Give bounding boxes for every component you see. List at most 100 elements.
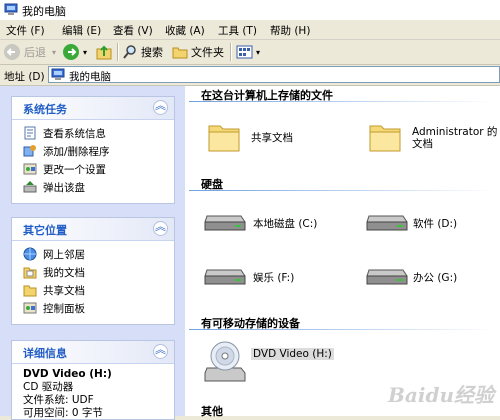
task-add-remove-programs[interactable]: 添加/删除程序 [12, 142, 174, 160]
menu-favorites[interactable]: 收藏 (A) [165, 23, 205, 38]
up-folder-button[interactable] [96, 43, 112, 61]
drive-d[interactable]: 软件 (D:) [365, 210, 495, 240]
place-shared-documents[interactable]: 共享文档 [12, 281, 174, 299]
content-pane: 在这台计算机上存储的文件 共享文档 Administrator 的文档 硬盘 本… [185, 86, 500, 418]
hard-disk-icon [204, 269, 246, 285]
programs-icon [23, 145, 36, 157]
folder-shared-documents[interactable]: 共享文档 [207, 120, 347, 160]
toolbar: 后退 ▾ ▾ 搜索 文件夹 ▾ [0, 40, 500, 65]
other-places-panel: 其它位置 ︽ 网上邻居 我的文档 共享文档 控制面板 [11, 217, 175, 325]
item-label: 娱乐 (F:) [253, 272, 295, 284]
chevron-down-icon[interactable]: ▾ [52, 48, 56, 57]
task-view-system-info[interactable]: 查看系统信息 [12, 124, 174, 142]
network-icon [23, 247, 37, 261]
item-label: 软件 (D:) [413, 218, 458, 230]
panel-title: 系统任务 [23, 103, 67, 116]
menu-tools[interactable]: 工具 (T) [218, 23, 257, 38]
place-my-documents[interactable]: 我的文档 [12, 263, 174, 281]
search-label: 搜索 [141, 46, 163, 59]
collapse-icon[interactable]: ︽ [153, 343, 168, 359]
back-button[interactable]: 后退 ▾ [4, 43, 56, 61]
hard-disk-icon [366, 269, 408, 285]
menu-edit[interactable]: 编辑 (E) [62, 23, 101, 38]
address-value: 我的电脑 [69, 71, 111, 83]
panel-title: 详细信息 [23, 347, 67, 360]
place-label: 共享文档 [43, 285, 85, 297]
place-label: 我的文档 [43, 267, 85, 279]
item-label: Administrator 的文档 [412, 126, 498, 150]
details-type: CD 驱动器 [23, 381, 74, 393]
forward-button[interactable]: ▾ [63, 43, 87, 61]
panel-title: 其它位置 [23, 224, 67, 237]
search-button[interactable]: 搜索 [122, 43, 163, 61]
system-tasks-header[interactable]: 系统任务 ︽ [12, 97, 174, 120]
section-divider [189, 190, 495, 191]
folder-icon [208, 125, 240, 152]
toolbar-separator [117, 43, 119, 61]
collapse-icon[interactable]: ︽ [153, 220, 168, 236]
details-panel: 详细信息 ︽ DVD Video (H:) CD 驱动器 文件系统: UDF 可… [11, 340, 175, 420]
details-name: DVD Video (H:) [23, 368, 112, 380]
folder-icon [369, 125, 401, 152]
back-label: 后退 [24, 46, 46, 59]
other-places-header[interactable]: 其它位置 ︽ [12, 218, 174, 241]
menu-file[interactable]: 文件 (F) [6, 23, 45, 38]
item-label: DVD Video (H:) [251, 348, 334, 360]
section-header-other: 其他 [201, 405, 223, 418]
address-label: 地址 (D) [4, 71, 45, 83]
section-divider [189, 101, 495, 102]
chevron-down-icon: ▾ [256, 47, 261, 57]
drive-h-dvd[interactable]: DVD Video (H:) [203, 340, 373, 386]
search-icon [123, 45, 136, 59]
back-arrow-icon [4, 44, 20, 60]
drive-f[interactable]: 娱乐 (F:) [203, 264, 343, 294]
item-label: 办公 (G:) [413, 272, 458, 284]
views-button[interactable]: ▾ [236, 43, 260, 61]
details-header[interactable]: 详细信息 ︽ [12, 341, 174, 364]
hard-disk-icon [204, 215, 246, 231]
toolbar-separator [230, 43, 232, 61]
folders-label: 文件夹 [191, 46, 224, 59]
eject-icon [23, 181, 37, 193]
computer-icon [4, 3, 18, 15]
menu-help[interactable]: 帮助 (H) [270, 23, 310, 38]
task-change-setting[interactable]: 更改一个设置 [12, 160, 174, 178]
details-free-space: 可用空间: 0 字节 [23, 407, 103, 419]
folder-icon [172, 47, 188, 59]
documents-folder-icon [23, 267, 37, 279]
window-title: 我的电脑 [22, 5, 66, 18]
control-panel-icon [23, 163, 37, 175]
place-label: 控制面板 [43, 303, 85, 315]
menu-view[interactable]: 查看 (V) [113, 23, 153, 38]
place-label: 网上邻居 [43, 249, 85, 261]
info-icon [24, 126, 36, 140]
task-eject-disc[interactable]: 弹出该盘 [12, 178, 174, 196]
folders-button[interactable]: 文件夹 [172, 43, 224, 61]
address-input[interactable]: 我的电脑 [48, 66, 500, 83]
details-filesystem: 文件系统: UDF [23, 394, 94, 406]
dvd-drive-icon [204, 341, 246, 382]
place-control-panel[interactable]: 控制面板 [12, 299, 174, 317]
section-divider [189, 329, 495, 330]
task-label: 添加/删除程序 [43, 146, 110, 158]
watermark: Baidu经验 [388, 383, 494, 407]
computer-icon [51, 68, 65, 80]
views-icon [236, 45, 253, 59]
address-bar: 地址 (D) 我的电脑 [0, 65, 500, 86]
drive-c[interactable]: 本地磁盘 (C:) [203, 210, 343, 240]
folder-admin-documents[interactable]: Administrator 的文档 [368, 120, 498, 160]
menu-bar: 文件 (F) 编辑 (E) 查看 (V) 收藏 (A) 工具 (T) 帮助 (H… [0, 20, 500, 40]
control-panel-icon [23, 302, 37, 314]
chevron-down-icon[interactable]: ▾ [83, 48, 87, 57]
task-pane: 系统任务 ︽ 查看系统信息 添加/删除程序 更改一个设置 弹出该盘 其它位置 ︽… [0, 86, 185, 420]
place-network[interactable]: 网上邻居 [12, 245, 174, 263]
forward-arrow-icon [63, 44, 79, 60]
drive-g[interactable]: 办公 (G:) [365, 264, 495, 294]
hard-disk-icon [366, 215, 408, 231]
task-label: 查看系统信息 [43, 128, 106, 140]
item-label: 共享文档 [251, 132, 293, 144]
collapse-icon[interactable]: ︽ [153, 99, 168, 115]
folder-icon [23, 285, 37, 297]
title-bar: 我的电脑 [0, 0, 500, 20]
task-label: 弹出该盘 [43, 182, 85, 194]
